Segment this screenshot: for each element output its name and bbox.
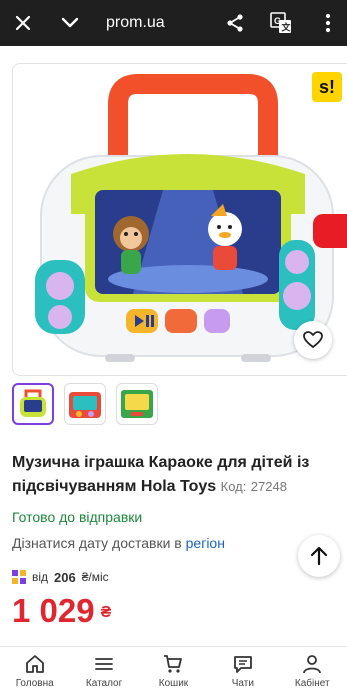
nav-catalog-label: Каталог bbox=[85, 678, 123, 689]
nav-account[interactable]: Кабінет bbox=[278, 647, 347, 699]
product-code: 27248 bbox=[250, 479, 287, 494]
nav-home[interactable]: Головна bbox=[0, 647, 69, 699]
share-icon[interactable] bbox=[218, 6, 252, 40]
thumbnail-1[interactable] bbox=[12, 383, 54, 425]
favorite-button[interactable] bbox=[294, 321, 332, 359]
installment-icon bbox=[12, 570, 26, 584]
delivery-text: Дізнатися дату доставки в bbox=[12, 535, 182, 551]
chevron-down-icon[interactable] bbox=[53, 6, 87, 40]
price-currency: ₴ bbox=[100, 604, 112, 622]
installment-unit: ₴/міс bbox=[81, 570, 109, 584]
user-icon bbox=[303, 655, 322, 674]
installment-info[interactable]: від 206 ₴/міс bbox=[12, 568, 109, 586]
nav-cart-label: Кошик bbox=[158, 678, 189, 689]
nav-home-label: Головна bbox=[15, 678, 54, 689]
translate-icon[interactable]: G文 bbox=[264, 6, 298, 40]
bottom-navigation: Головна Каталог Кошик Чати Кабінет bbox=[0, 646, 347, 698]
close-icon[interactable] bbox=[6, 6, 40, 40]
heart-icon bbox=[303, 331, 323, 348]
thumbnail-2[interactable] bbox=[64, 383, 106, 425]
scroll-to-top-button[interactable] bbox=[298, 535, 340, 577]
region-link[interactable]: регіон bbox=[186, 535, 225, 551]
installment-prefix: від bbox=[32, 570, 49, 584]
availability-status: Готово до відправки bbox=[12, 509, 143, 525]
arrow-up-icon bbox=[310, 546, 328, 566]
image-thumbnails bbox=[12, 383, 158, 427]
address-bar[interactable]: prom.ua bbox=[106, 0, 165, 46]
nav-catalog[interactable]: Каталог bbox=[69, 647, 138, 699]
menu-icon bbox=[95, 658, 113, 670]
product-title: Музична іграшка Караоке для дітей із під… bbox=[12, 451, 337, 499]
product-page: s! Музична іграшка Караоке для дітей із … bbox=[0, 46, 347, 646]
price-value: 1 029 bbox=[12, 592, 95, 629]
product-code-label: Код: bbox=[220, 479, 247, 494]
thumbnail-3[interactable] bbox=[116, 383, 158, 425]
home-icon bbox=[25, 655, 44, 673]
nav-chats-label: Чати bbox=[231, 678, 254, 689]
installment-amount: 206 bbox=[54, 569, 76, 585]
chat-icon bbox=[233, 656, 252, 673]
product-price: 1 029 ₴ bbox=[12, 589, 111, 633]
svg-text:文: 文 bbox=[281, 22, 292, 33]
brand-badge: s! bbox=[312, 72, 342, 102]
browser-toolbar: prom.ua G文 bbox=[0, 0, 347, 46]
more-vert-icon[interactable] bbox=[311, 6, 345, 40]
nav-account-label: Кабінет bbox=[294, 678, 330, 689]
delivery-info: Дізнатися дату доставки в регіон bbox=[12, 535, 225, 551]
cart-icon bbox=[164, 655, 183, 673]
nav-cart[interactable]: Кошик bbox=[139, 647, 208, 699]
nav-chats[interactable]: Чати bbox=[208, 647, 277, 699]
